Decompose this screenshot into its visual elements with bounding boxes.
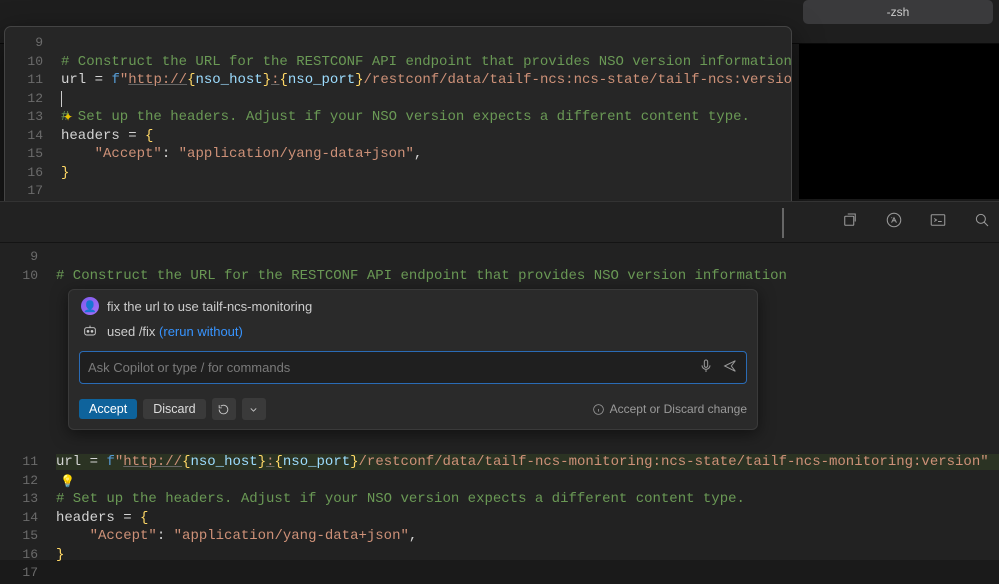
line-number: 15 bbox=[5, 146, 61, 161]
line-number: 12 bbox=[0, 473, 56, 488]
line-number: 9 bbox=[0, 249, 56, 264]
copilot-used-text: used /fix (rerun without) bbox=[107, 324, 243, 339]
copilot-response-row: used /fix (rerun without) bbox=[69, 322, 757, 347]
line-number: 17 bbox=[5, 183, 61, 198]
line-number: 9 bbox=[5, 35, 61, 50]
code-line[interactable]: } bbox=[61, 165, 791, 181]
code-line[interactable]: headers = { bbox=[56, 510, 999, 526]
search-icon[interactable] bbox=[973, 211, 991, 234]
line-number: 10 bbox=[5, 54, 61, 69]
copilot-icon bbox=[81, 322, 99, 340]
line-number: 17 bbox=[0, 565, 56, 580]
line-number: 11 bbox=[5, 72, 61, 87]
code-line[interactable]: "Accept": "application/yang-data+json", bbox=[56, 528, 999, 544]
sparkle-icon: ✦ bbox=[63, 110, 73, 125]
info-icon bbox=[592, 403, 605, 416]
copilot-hint: Accept or Discard change bbox=[592, 402, 747, 416]
line-number: 14 bbox=[0, 510, 56, 525]
terminal-body[interactable] bbox=[799, 44, 999, 199]
code-line[interactable]: # Set up the headers. Adjust if your NSO… bbox=[56, 491, 999, 507]
rerun-icon-button[interactable] bbox=[212, 398, 236, 420]
code-line[interactable] bbox=[61, 91, 791, 108]
line-number: 15 bbox=[0, 528, 56, 543]
code-line[interactable]: # Construct the URL for the RESTCONF API… bbox=[56, 268, 999, 284]
panel-toolbar bbox=[0, 201, 999, 243]
user-avatar-icon: 👤 bbox=[81, 297, 99, 315]
line-number: 11 bbox=[0, 454, 56, 469]
line-number: 12 bbox=[5, 91, 61, 106]
line-number: 13 bbox=[0, 491, 56, 506]
copilot-actions-row: Accept Discard Accept or Discard change bbox=[69, 392, 757, 429]
copilot-inline-panel: 👤 fix the url to use tailf-ncs-monitorin… bbox=[68, 289, 758, 430]
discard-button[interactable]: Discard bbox=[143, 399, 205, 419]
line-number: 16 bbox=[0, 547, 56, 562]
line-number: 16 bbox=[5, 165, 61, 180]
copilot-prompt-row: 👤 fix the url to use tailf-ncs-monitorin… bbox=[69, 290, 757, 322]
terminal-icon[interactable] bbox=[929, 211, 947, 234]
send-icon[interactable] bbox=[722, 358, 738, 377]
split-drag-handle[interactable] bbox=[782, 208, 787, 238]
microphone-icon[interactable] bbox=[698, 358, 714, 377]
rerun-without-link[interactable]: (rerun without) bbox=[159, 324, 243, 339]
suggestion-popup-editor: 9 10# Construct the URL for the RESTCONF… bbox=[4, 26, 792, 208]
copilot-input[interactable] bbox=[88, 360, 690, 375]
copilot-input-wrap[interactable] bbox=[79, 351, 747, 384]
line-number: 14 bbox=[5, 128, 61, 143]
terminal-tab-label: -zsh bbox=[887, 5, 910, 19]
line-number: 10 bbox=[0, 268, 56, 283]
code-line[interactable]: # Set up the headers. Adjust if your NSO… bbox=[61, 109, 791, 125]
new-window-icon[interactable] bbox=[841, 211, 859, 234]
copilot-user-prompt: fix the url to use tailf-ncs-monitoring bbox=[107, 299, 312, 314]
code-line[interactable]: # Construct the URL for the RESTCONF API… bbox=[61, 54, 792, 70]
line-number: 13 bbox=[5, 109, 61, 124]
text-cursor bbox=[61, 91, 62, 107]
stop-circle-icon[interactable] bbox=[885, 211, 903, 234]
code-line[interactable]: } bbox=[56, 547, 999, 563]
code-line[interactable]: "Accept": "application/yang-data+json", bbox=[61, 146, 791, 162]
accept-button[interactable]: Accept bbox=[79, 399, 137, 419]
code-line-modified[interactable]: url = f"http://{nso_host}:{nso_port}/res… bbox=[56, 454, 999, 470]
lightbulb-icon[interactable]: 💡 bbox=[60, 474, 75, 489]
code-line[interactable]: headers = { bbox=[61, 128, 791, 144]
terminal-tab-zsh[interactable]: -zsh bbox=[803, 0, 993, 24]
code-line[interactable]: url = f"http://{nso_host}:{nso_port}/res… bbox=[61, 72, 792, 88]
more-dropdown-button[interactable] bbox=[242, 398, 266, 420]
